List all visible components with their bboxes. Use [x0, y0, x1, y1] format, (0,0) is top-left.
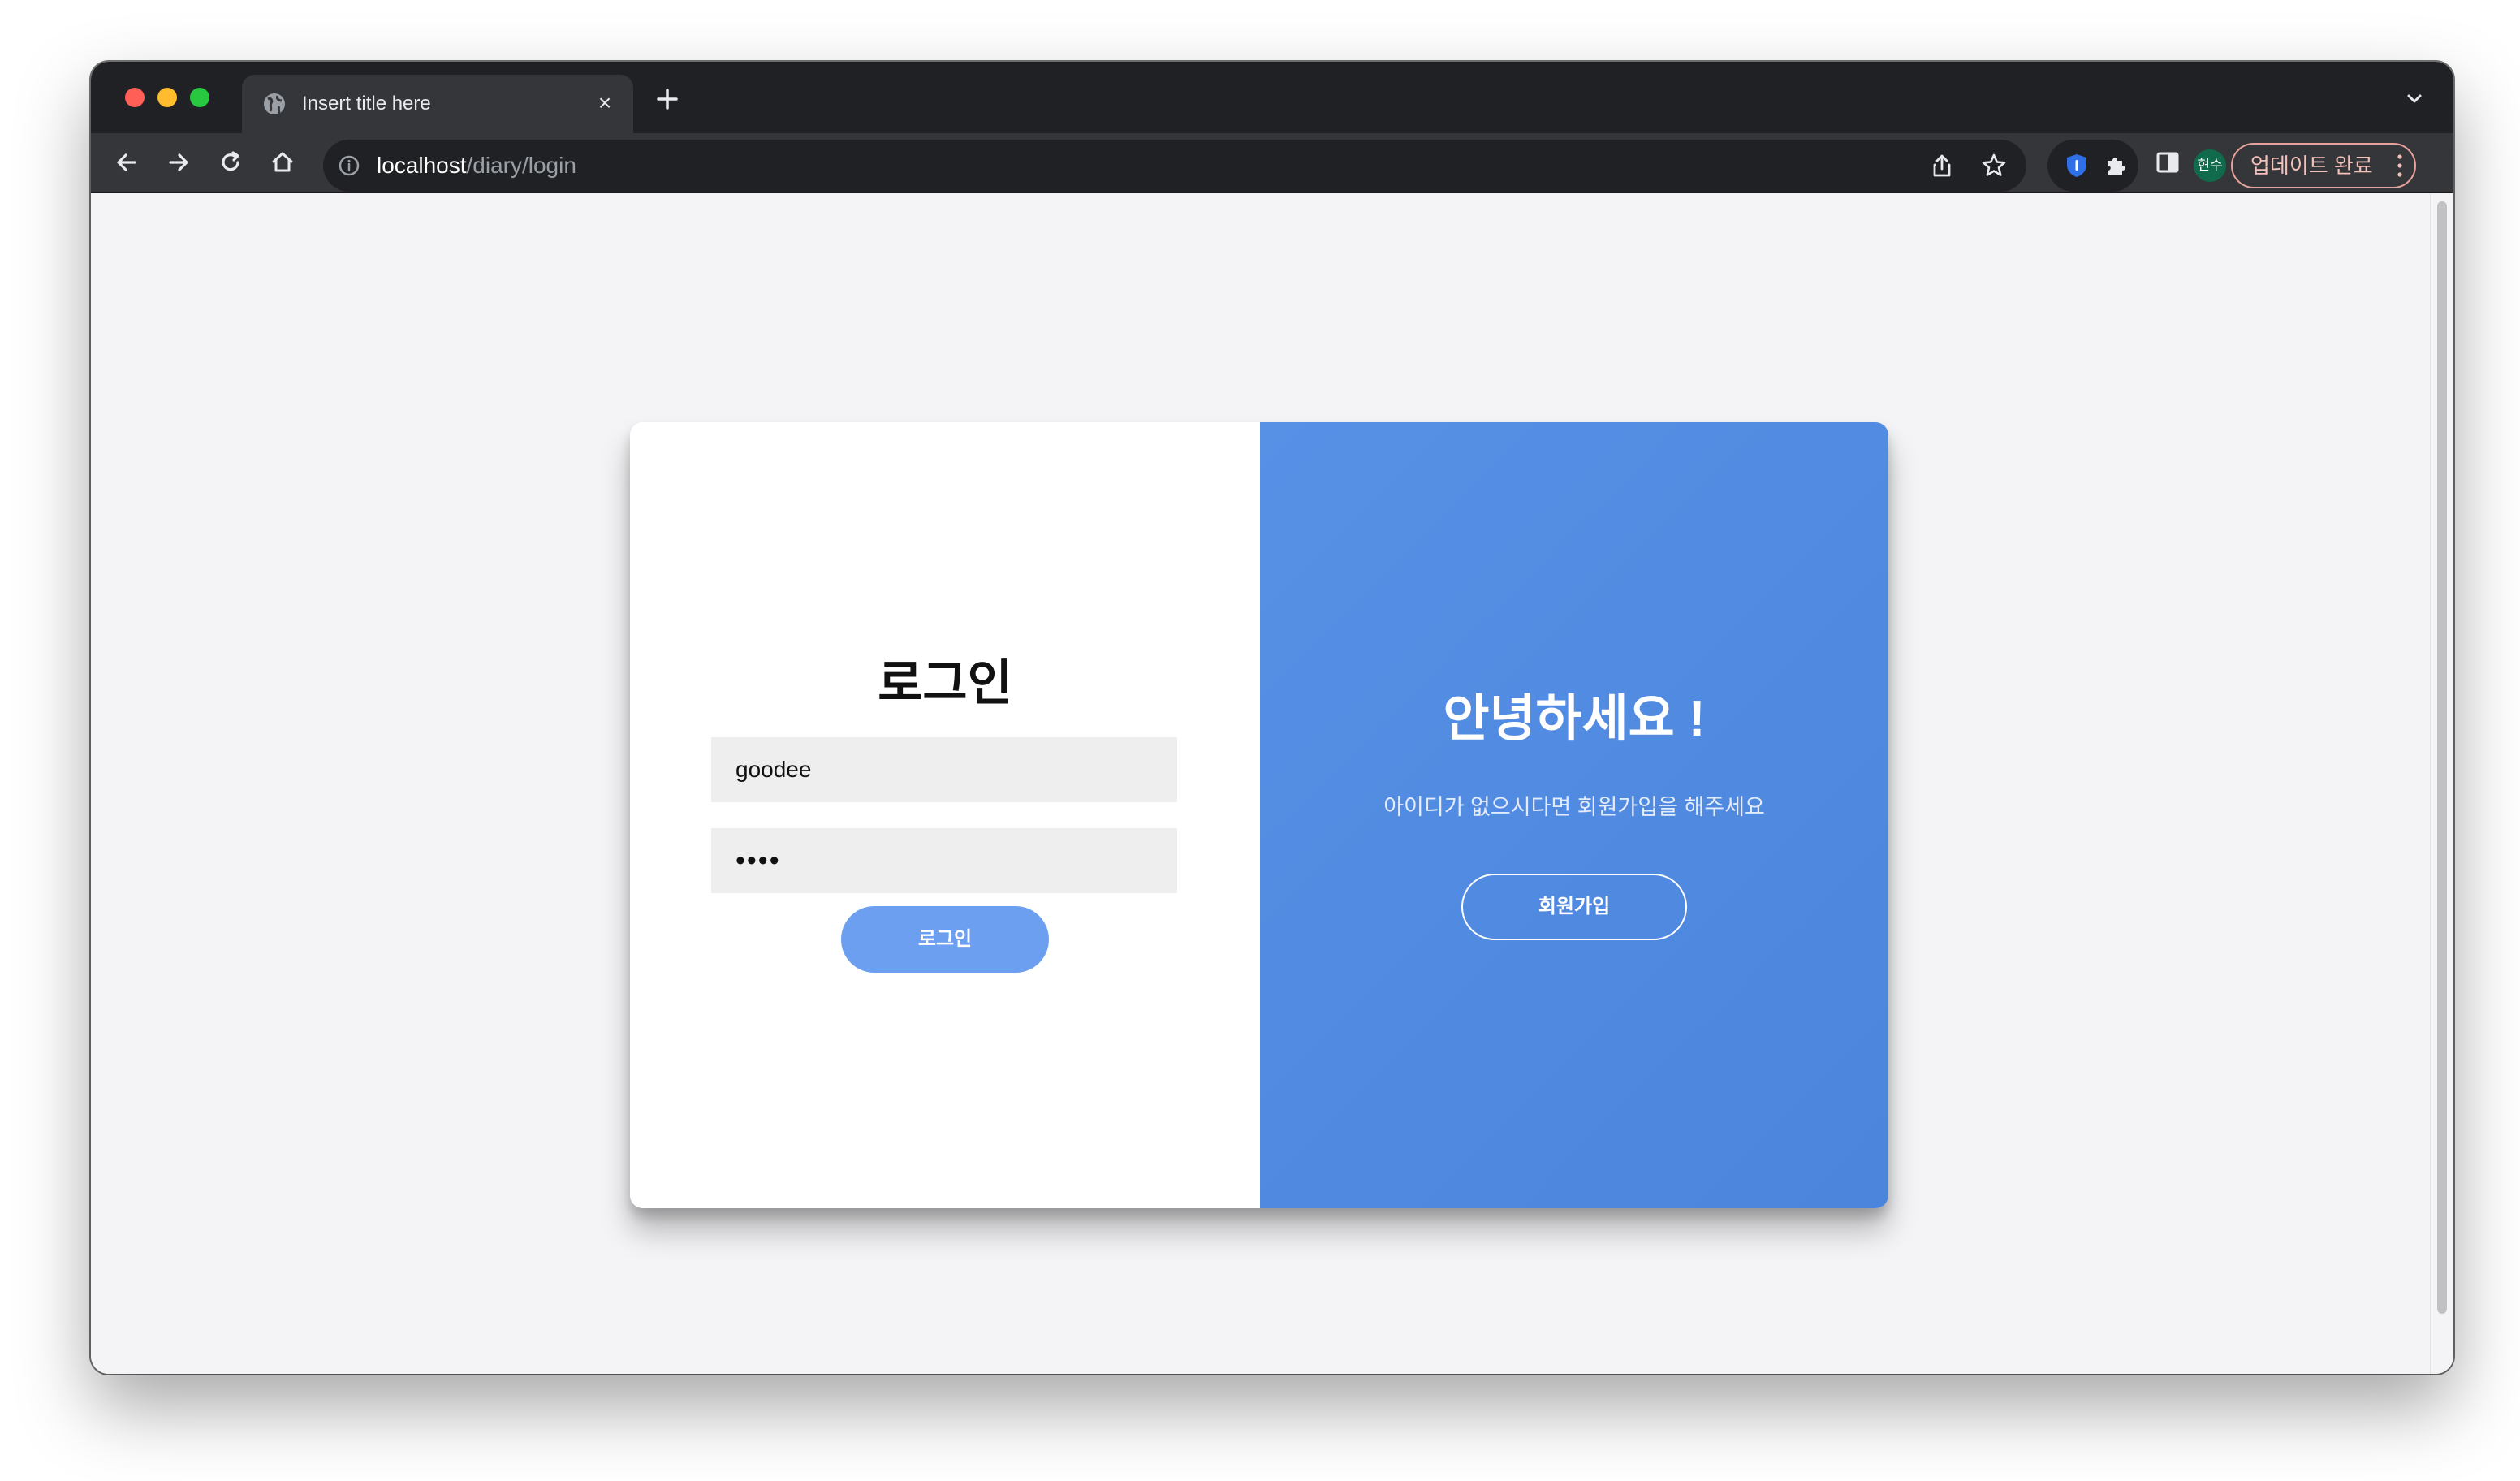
- globe-icon: [264, 93, 285, 114]
- zoom-window-button[interactable]: [190, 88, 209, 107]
- update-complete-button[interactable]: 업데이트 완료: [2231, 143, 2416, 188]
- tab-title: Insert title here: [302, 93, 431, 114]
- tab-strip: Insert title here ×: [91, 62, 2453, 133]
- login-card: 로그인 로그인 안녕하세요 ! 아이디가 없으시다면 회원가입을 해주세요 회원…: [630, 422, 1888, 1208]
- reload-icon[interactable]: [214, 146, 247, 179]
- signup-button[interactable]: 회원가입: [1461, 874, 1687, 940]
- url-text[interactable]: localhost/diary/login: [377, 151, 576, 180]
- chevron-down-icon[interactable]: [2403, 88, 2426, 110]
- active-tab[interactable]: Insert title here ×: [242, 75, 633, 133]
- welcome-subtitle: 아이디가 없으시다면 회원가입을 해주세요: [1383, 795, 1765, 819]
- login-button[interactable]: 로그인: [841, 906, 1049, 973]
- address-bar[interactable]: localhost/diary/login: [323, 140, 2026, 192]
- browser-window: Insert title here × localhost/diary/logi…: [91, 62, 2453, 1374]
- welcome-panel: 안녕하세요 ! 아이디가 없으시다면 회원가입을 해주세요 회원가입: [1260, 422, 1888, 1208]
- share-icon[interactable]: [1927, 151, 1957, 180]
- login-heading: 로그인: [878, 656, 1012, 710]
- welcome-heading: 안녕하세요 !: [1443, 691, 1706, 747]
- close-window-button[interactable]: [125, 88, 145, 107]
- browser-toolbar: localhost/diary/login 현수 업데이트 완료: [91, 133, 2453, 193]
- more-vertical-icon[interactable]: [2397, 153, 2403, 179]
- extensions-area: [2048, 140, 2138, 192]
- new-tab-icon[interactable]: [651, 83, 684, 115]
- url-path: /diary/login: [466, 153, 576, 178]
- id-input[interactable]: [711, 737, 1177, 802]
- puzzle-extension-icon[interactable]: [2101, 151, 2130, 180]
- info-icon[interactable]: [338, 154, 360, 177]
- back-arrow-icon[interactable]: [110, 146, 143, 179]
- vertical-scrollbar[interactable]: [2430, 193, 2453, 1374]
- home-icon[interactable]: [266, 146, 299, 179]
- close-tab-icon[interactable]: ×: [591, 89, 619, 117]
- scrollbar-thumb[interactable]: [2437, 201, 2447, 1314]
- url-host: localhost: [377, 153, 467, 178]
- side-panel-icon[interactable]: [2153, 148, 2182, 177]
- password-manager-shield-icon[interactable]: [2062, 151, 2091, 180]
- forward-arrow-icon[interactable]: [162, 146, 195, 179]
- password-input[interactable]: [711, 828, 1177, 893]
- login-panel: 로그인 로그인: [630, 422, 1260, 1208]
- page-viewport: 로그인 로그인 안녕하세요 ! 아이디가 없으시다면 회원가입을 해주세요 회원…: [91, 193, 2453, 1374]
- bookmark-star-icon[interactable]: [1979, 151, 2009, 180]
- profile-avatar[interactable]: 현수: [2194, 149, 2226, 182]
- update-label: 업데이트 완료: [2250, 153, 2373, 178]
- minimize-window-button[interactable]: [158, 88, 177, 107]
